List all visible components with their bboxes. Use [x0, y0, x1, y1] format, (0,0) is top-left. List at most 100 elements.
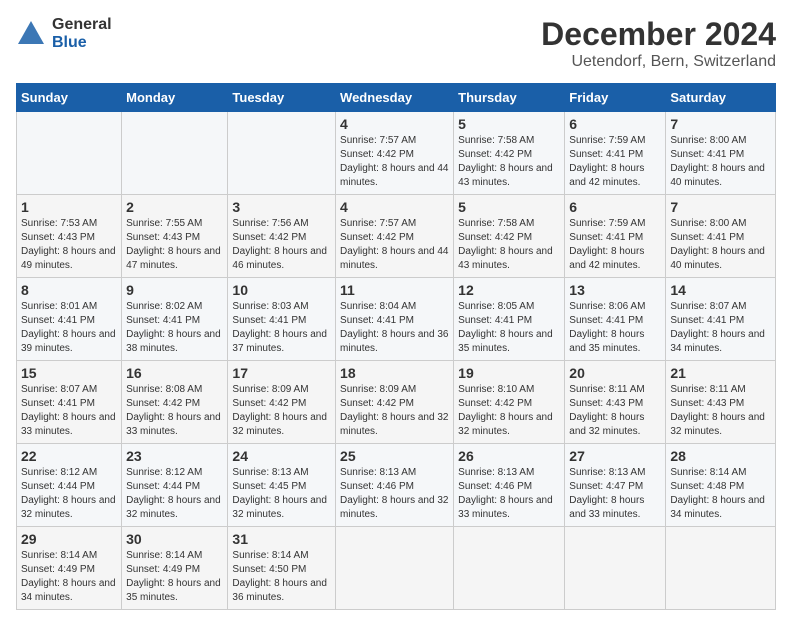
col-saturday: Saturday	[666, 84, 776, 112]
day-info: Sunrise: 7:59 AM Sunset: 4:41 PM Dayligh…	[569, 134, 661, 190]
page-title: December 2024	[541, 16, 776, 53]
logo-blue: Blue	[52, 34, 112, 52]
calendar-cell	[122, 112, 228, 195]
day-number: 17	[232, 365, 331, 381]
day-info: Sunrise: 8:07 AM Sunset: 4:41 PM Dayligh…	[21, 383, 117, 439]
calendar-cell: 4 Sunrise: 7:57 AM Sunset: 4:42 PM Dayli…	[336, 195, 454, 278]
day-info: Sunrise: 7:58 AM Sunset: 4:42 PM Dayligh…	[458, 134, 560, 190]
calendar-cell: 7 Sunrise: 8:00 AM Sunset: 4:41 PM Dayli…	[666, 112, 776, 195]
day-info: Sunrise: 8:14 AM Sunset: 4:48 PM Dayligh…	[670, 466, 771, 522]
calendar-week-row: 22 Sunrise: 8:12 AM Sunset: 4:44 PM Dayl…	[17, 444, 776, 527]
day-info: Sunrise: 8:13 AM Sunset: 4:46 PM Dayligh…	[458, 466, 560, 522]
day-number: 22	[21, 448, 117, 464]
day-number: 1	[21, 199, 117, 215]
day-number: 5	[458, 199, 560, 215]
day-number: 28	[670, 448, 771, 464]
day-number: 31	[232, 531, 331, 547]
day-info: Sunrise: 8:13 AM Sunset: 4:46 PM Dayligh…	[340, 466, 449, 522]
day-number: 16	[126, 365, 223, 381]
calendar-cell	[17, 112, 122, 195]
col-thursday: Thursday	[454, 84, 565, 112]
calendar-cell: 19 Sunrise: 8:10 AM Sunset: 4:42 PM Dayl…	[454, 361, 565, 444]
calendar-cell: 8 Sunrise: 8:01 AM Sunset: 4:41 PM Dayli…	[17, 278, 122, 361]
calendar-cell: 6 Sunrise: 7:59 AM Sunset: 4:41 PM Dayli…	[565, 112, 666, 195]
calendar-cell: 17 Sunrise: 8:09 AM Sunset: 4:42 PM Dayl…	[228, 361, 336, 444]
day-info: Sunrise: 7:58 AM Sunset: 4:42 PM Dayligh…	[458, 217, 560, 273]
col-monday: Monday	[122, 84, 228, 112]
calendar-cell: 2 Sunrise: 7:55 AM Sunset: 4:43 PM Dayli…	[122, 195, 228, 278]
calendar-cell	[666, 527, 776, 610]
calendar-cell: 29 Sunrise: 8:14 AM Sunset: 4:49 PM Dayl…	[17, 527, 122, 610]
calendar-week-row: 1 Sunrise: 7:53 AM Sunset: 4:43 PM Dayli…	[17, 195, 776, 278]
calendar-cell: 31 Sunrise: 8:14 AM Sunset: 4:50 PM Dayl…	[228, 527, 336, 610]
day-info: Sunrise: 8:13 AM Sunset: 4:47 PM Dayligh…	[569, 466, 661, 522]
day-number: 9	[126, 282, 223, 298]
calendar-cell: 21 Sunrise: 8:11 AM Sunset: 4:43 PM Dayl…	[666, 361, 776, 444]
calendar-week-row: 15 Sunrise: 8:07 AM Sunset: 4:41 PM Dayl…	[17, 361, 776, 444]
day-number: 21	[670, 365, 771, 381]
day-number: 23	[126, 448, 223, 464]
day-number: 27	[569, 448, 661, 464]
calendar-cell: 23 Sunrise: 8:12 AM Sunset: 4:44 PM Dayl…	[122, 444, 228, 527]
logo: General Blue	[16, 16, 112, 53]
calendar-cell: 5 Sunrise: 7:58 AM Sunset: 4:42 PM Dayli…	[454, 195, 565, 278]
day-number: 11	[340, 282, 449, 298]
day-info: Sunrise: 7:59 AM Sunset: 4:41 PM Dayligh…	[569, 217, 661, 273]
day-info: Sunrise: 8:09 AM Sunset: 4:42 PM Dayligh…	[340, 383, 449, 439]
day-number: 25	[340, 448, 449, 464]
title-area: December 2024 Uetendorf, Bern, Switzerla…	[541, 16, 776, 71]
day-info: Sunrise: 7:56 AM Sunset: 4:42 PM Dayligh…	[232, 217, 331, 273]
day-info: Sunrise: 8:10 AM Sunset: 4:42 PM Dayligh…	[458, 383, 560, 439]
day-info: Sunrise: 8:14 AM Sunset: 4:50 PM Dayligh…	[232, 549, 331, 605]
day-number: 24	[232, 448, 331, 464]
calendar-cell: 3 Sunrise: 7:56 AM Sunset: 4:42 PM Dayli…	[228, 195, 336, 278]
calendar-cell: 10 Sunrise: 8:03 AM Sunset: 4:41 PM Dayl…	[228, 278, 336, 361]
day-info: Sunrise: 8:00 AM Sunset: 4:41 PM Dayligh…	[670, 217, 771, 273]
calendar-week-row: 4 Sunrise: 7:57 AM Sunset: 4:42 PM Dayli…	[17, 112, 776, 195]
calendar-cell: 9 Sunrise: 8:02 AM Sunset: 4:41 PM Dayli…	[122, 278, 228, 361]
day-number: 2	[126, 199, 223, 215]
day-number: 26	[458, 448, 560, 464]
calendar-cell: 22 Sunrise: 8:12 AM Sunset: 4:44 PM Dayl…	[17, 444, 122, 527]
day-info: Sunrise: 8:07 AM Sunset: 4:41 PM Dayligh…	[670, 300, 771, 356]
day-info: Sunrise: 8:08 AM Sunset: 4:42 PM Dayligh…	[126, 383, 223, 439]
day-info: Sunrise: 8:14 AM Sunset: 4:49 PM Dayligh…	[126, 549, 223, 605]
day-number: 18	[340, 365, 449, 381]
calendar-cell: 14 Sunrise: 8:07 AM Sunset: 4:41 PM Dayl…	[666, 278, 776, 361]
col-tuesday: Tuesday	[228, 84, 336, 112]
day-info: Sunrise: 7:57 AM Sunset: 4:42 PM Dayligh…	[340, 217, 449, 273]
calendar-header-row: Sunday Monday Tuesday Wednesday Thursday…	[17, 84, 776, 112]
logo-mark	[16, 19, 46, 49]
day-number: 19	[458, 365, 560, 381]
day-info: Sunrise: 8:12 AM Sunset: 4:44 PM Dayligh…	[21, 466, 117, 522]
day-info: Sunrise: 8:11 AM Sunset: 4:43 PM Dayligh…	[670, 383, 771, 439]
calendar-cell: 30 Sunrise: 8:14 AM Sunset: 4:49 PM Dayl…	[122, 527, 228, 610]
day-number: 8	[21, 282, 117, 298]
calendar-cell: 27 Sunrise: 8:13 AM Sunset: 4:47 PM Dayl…	[565, 444, 666, 527]
calendar-week-row: 29 Sunrise: 8:14 AM Sunset: 4:49 PM Dayl…	[17, 527, 776, 610]
col-friday: Friday	[565, 84, 666, 112]
day-info: Sunrise: 8:03 AM Sunset: 4:41 PM Dayligh…	[232, 300, 331, 356]
day-number: 6	[569, 199, 661, 215]
day-info: Sunrise: 8:06 AM Sunset: 4:41 PM Dayligh…	[569, 300, 661, 356]
day-number: 10	[232, 282, 331, 298]
logo-general: General	[52, 16, 112, 34]
calendar-cell: 13 Sunrise: 8:06 AM Sunset: 4:41 PM Dayl…	[565, 278, 666, 361]
day-info: Sunrise: 7:55 AM Sunset: 4:43 PM Dayligh…	[126, 217, 223, 273]
day-number: 4	[340, 116, 449, 132]
col-sunday: Sunday	[17, 84, 122, 112]
calendar-cell: 25 Sunrise: 8:13 AM Sunset: 4:46 PM Dayl…	[336, 444, 454, 527]
calendar-cell: 5 Sunrise: 7:58 AM Sunset: 4:42 PM Dayli…	[454, 112, 565, 195]
calendar-cell	[228, 112, 336, 195]
day-info: Sunrise: 7:57 AM Sunset: 4:42 PM Dayligh…	[340, 134, 449, 190]
calendar-cell	[454, 527, 565, 610]
day-info: Sunrise: 8:04 AM Sunset: 4:41 PM Dayligh…	[340, 300, 449, 356]
day-number: 14	[670, 282, 771, 298]
calendar-cell: 4 Sunrise: 7:57 AM Sunset: 4:42 PM Dayli…	[336, 112, 454, 195]
day-number: 6	[569, 116, 661, 132]
page-subtitle: Uetendorf, Bern, Switzerland	[541, 53, 776, 71]
calendar-cell: 11 Sunrise: 8:04 AM Sunset: 4:41 PM Dayl…	[336, 278, 454, 361]
day-info: Sunrise: 8:09 AM Sunset: 4:42 PM Dayligh…	[232, 383, 331, 439]
calendar-cell: 26 Sunrise: 8:13 AM Sunset: 4:46 PM Dayl…	[454, 444, 565, 527]
calendar-cell	[336, 527, 454, 610]
